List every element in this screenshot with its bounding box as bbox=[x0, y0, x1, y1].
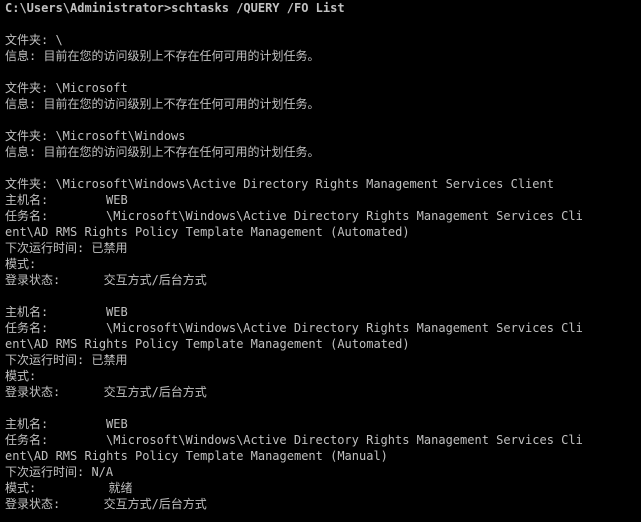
logon-state-line: 登录状态: 交互方式/后台方式 bbox=[5, 385, 207, 399]
next-run-time-line: 下次运行时间: 已禁用 bbox=[5, 353, 128, 367]
logon-state-line: 登录状态: 交互方式/后台方式 bbox=[5, 497, 207, 511]
console-output: C:\Users\Administrator>schtasks /QUERY /… bbox=[5, 0, 641, 512]
taskname-continuation-line: ent\AD RMS Rights Policy Template Manage… bbox=[5, 449, 388, 463]
folder-line-windows: 文件夹: \Microsoft\Windows bbox=[5, 129, 186, 143]
folder-line-root: 文件夹: \ bbox=[5, 33, 63, 47]
folder-line-microsoft: 文件夹: \Microsoft bbox=[5, 81, 128, 95]
folder-line-adrms: 文件夹: \Microsoft\Windows\Active Directory… bbox=[5, 177, 554, 191]
mode-line: 模式: 就绪 bbox=[5, 481, 133, 495]
taskname-line: 任务名: \Microsoft\Windows\Active Directory… bbox=[5, 321, 583, 335]
command-line: C:\Users\Administrator>schtasks /QUERY /… bbox=[5, 1, 345, 15]
taskname-line: 任务名: \Microsoft\Windows\Active Directory… bbox=[5, 209, 583, 223]
next-run-time-line: 下次运行时间: N/A bbox=[5, 465, 114, 479]
hostname-line: 主机名: WEB bbox=[5, 193, 128, 207]
mode-line: 模式: bbox=[5, 257, 37, 271]
info-line: 信息: 目前在您的访问级别上不存在任何可用的计划任务。 bbox=[5, 97, 320, 111]
mode-line: 模式: bbox=[5, 369, 37, 383]
command-prompt-window[interactable]: C:\Users\Administrator>schtasks /QUERY /… bbox=[0, 0, 641, 522]
hostname-line: 主机名: WEB bbox=[5, 417, 128, 431]
taskname-line: 任务名: \Microsoft\Windows\Active Directory… bbox=[5, 433, 583, 447]
taskname-continuation-line: ent\AD RMS Rights Policy Template Manage… bbox=[5, 337, 410, 351]
hostname-line: 主机名: WEB bbox=[5, 305, 128, 319]
info-line: 信息: 目前在您的访问级别上不存在任何可用的计划任务。 bbox=[5, 49, 320, 63]
logon-state-line: 登录状态: 交互方式/后台方式 bbox=[5, 273, 207, 287]
info-line: 信息: 目前在您的访问级别上不存在任何可用的计划任务。 bbox=[5, 145, 320, 159]
next-run-time-line: 下次运行时间: 已禁用 bbox=[5, 241, 128, 255]
taskname-continuation-line: ent\AD RMS Rights Policy Template Manage… bbox=[5, 225, 410, 239]
